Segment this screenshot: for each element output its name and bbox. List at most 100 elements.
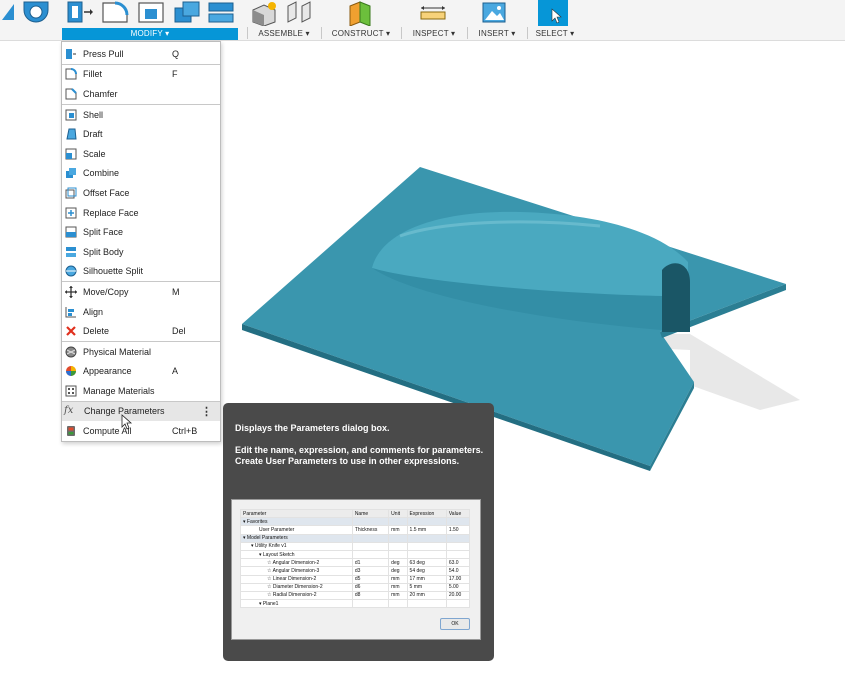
shell-tool-icon[interactable] [136, 0, 166, 26]
menu-item-replace-face[interactable]: Replace Face [62, 203, 220, 223]
table-row: ☆ Linear Dimension-2 d5 mm 17 mm 17.00 [240, 574, 471, 584]
table-cell: mm [388, 582, 408, 592]
new-component-icon[interactable] [250, 0, 280, 26]
table-cell: User Parameter [240, 525, 353, 535]
menu-item-split-body[interactable]: Split Body [62, 242, 220, 262]
menu-item-move-copy[interactable]: Move/Copy M [62, 281, 220, 302]
table-cell: mm [388, 574, 408, 584]
tab-construct[interactable]: CONSTRUCT ▾ [326, 28, 396, 40]
menu-item-fillet[interactable]: Fillet F [62, 63, 220, 85]
menu-item-change-parameters[interactable]: 𝑓𝑥 Change Parameters ⋮ [62, 400, 220, 422]
measure-icon[interactable] [418, 0, 448, 26]
table-cell [445, 517, 471, 527]
menu-item-label: Chamfer [83, 88, 118, 99]
menu-item-label: Move/Copy [83, 286, 129, 297]
table-cell: 54 deg [406, 566, 447, 576]
table-row: ▾ Plane1 [240, 599, 471, 609]
tab-select[interactable]: SELECT ▾ [532, 28, 578, 40]
menu-item-silhouette-split[interactable]: Silhouette Split [62, 262, 220, 282]
offset-face-icon [65, 187, 77, 199]
table-cell [388, 533, 408, 543]
scale-icon [65, 148, 77, 160]
table-cell: 17 mm [406, 574, 447, 584]
menu-item-press-pull[interactable]: Press Pull Q [62, 44, 220, 64]
table-row: ▾ Favorites [240, 517, 471, 527]
table-cell: d3 [351, 566, 390, 576]
split-face-icon [65, 226, 77, 238]
split-body-tool-icon[interactable] [206, 0, 236, 26]
fillet-icon [65, 68, 77, 80]
tooltip-description: Edit the name, expression, and comments … [235, 445, 484, 466]
table-cell [388, 541, 408, 551]
group-divider [321, 27, 322, 39]
move-copy-icon [65, 285, 77, 298]
group-divider [247, 27, 248, 39]
menu-item-label: Scale [83, 148, 106, 159]
physical-material-icon [65, 346, 77, 358]
table-cell: ☆ Radial Dimension-2 [240, 590, 353, 601]
menu-item-appearance[interactable]: Appearance A [62, 362, 220, 382]
menu-item-label: Combine [83, 168, 120, 179]
menu-item-label: Press Pull [83, 48, 124, 59]
table-row: ▾ Utility Knife v1 [240, 541, 471, 551]
table-cell [351, 541, 390, 551]
menu-item-split-face[interactable]: Split Face [62, 222, 220, 242]
mouse-pointer-icon [121, 414, 133, 430]
table-row: ▾ Layout Sketch [240, 549, 471, 560]
menu-item-compute-all[interactable]: Compute All Ctrl+B [62, 421, 220, 441]
combine-tool-icon[interactable] [172, 0, 202, 26]
menu-item-label: Manage Materials [83, 385, 155, 396]
replace-face-icon [65, 207, 77, 219]
fillet-tool-icon[interactable] [100, 0, 130, 26]
menu-item-label: Silhouette Split [83, 266, 144, 277]
sketch-tools-icon[interactable] [0, 0, 60, 26]
menu-item-label: Replace Face [83, 207, 139, 218]
press-pull-tool-icon[interactable] [64, 0, 94, 26]
table-cell [351, 549, 390, 560]
tab-inspect[interactable]: INSPECT ▾ [406, 28, 462, 40]
insert-image-icon[interactable] [480, 0, 510, 26]
table-cell: ▾ Model Parameters [240, 533, 353, 543]
table-cell: ☆ Angular Dimension-3 [240, 566, 353, 576]
menu-item-shortcut: Ctrl+B [172, 426, 198, 437]
table-cell [351, 517, 390, 527]
table-cell: 17.00 [445, 574, 471, 584]
menu-item-label: Shell [83, 109, 104, 120]
menu-item-physical-material[interactable]: Physical Material [62, 340, 220, 362]
combine-icon [66, 168, 76, 179]
menu-item-label: Appearance [83, 366, 132, 377]
tab-insert[interactable]: INSERT ▾ [472, 28, 522, 40]
tab-modify[interactable]: MODIFY ▾ [62, 28, 238, 40]
menu-item-chamfer[interactable]: Chamfer [62, 84, 220, 104]
table-cell [406, 533, 447, 543]
table-cell [388, 599, 408, 609]
select-tool-button[interactable] [538, 0, 568, 26]
table-cell: ▾ Layout Sketch [240, 549, 353, 560]
menu-item-label: Change Parameters [84, 406, 165, 417]
more-options-icon[interactable]: ⋮ [201, 405, 212, 418]
table-cell: 20 mm [406, 590, 447, 601]
table-cell [388, 517, 408, 527]
table-cell: ☆ Diameter Dimension-2 [240, 582, 353, 592]
table-row: ▾ Model Parameters [240, 533, 471, 543]
offset-plane-icon[interactable] [346, 0, 376, 26]
menu-item-offset-face[interactable]: Offset Face [62, 183, 220, 203]
table-cell: deg [388, 566, 408, 576]
menu-item-shell[interactable]: Shell [62, 103, 220, 125]
menu-item-combine[interactable]: Combine [62, 164, 220, 184]
table-cell: ▾ Plane1 [240, 599, 353, 609]
menu-item-label: Offset Face [83, 187, 130, 198]
menu-item-label: Split Body [83, 246, 124, 257]
appearance-icon [66, 366, 76, 377]
menu-item-manage-materials[interactable]: Manage Materials [62, 381, 220, 401]
menu-item-shortcut: Q [172, 48, 180, 59]
menu-item-align[interactable]: Align [62, 302, 220, 322]
table-header-cell: Name [351, 508, 390, 519]
joint-icon[interactable] [284, 0, 314, 26]
shell-icon [65, 109, 77, 121]
table-cell: 63 deg [406, 558, 447, 568]
menu-item-draft[interactable]: Draft [62, 124, 220, 144]
menu-item-scale[interactable]: Scale [62, 144, 220, 164]
tab-assemble[interactable]: ASSEMBLE ▾ [252, 28, 316, 40]
menu-item-delete[interactable]: Delete Del [62, 321, 220, 341]
